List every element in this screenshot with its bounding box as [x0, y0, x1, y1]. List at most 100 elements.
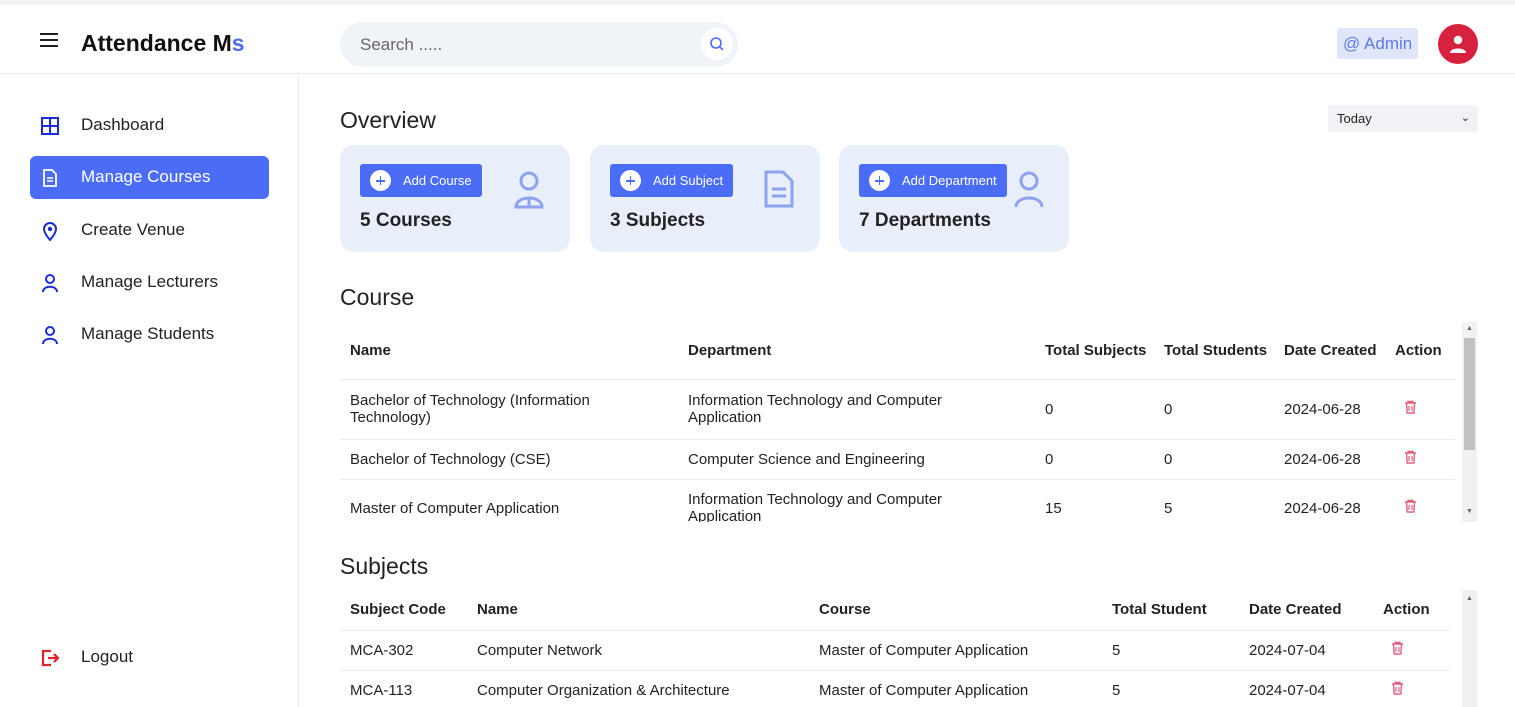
- departments-card: Add Department 7 Departments: [839, 145, 1069, 252]
- add-department-button[interactable]: Add Department: [859, 164, 1007, 197]
- subjects-table: Subject Code Name Course Total Student D…: [340, 590, 1450, 707]
- cell-total-student: 5: [1112, 641, 1121, 659]
- cell-total-subjects: 15: [1045, 499, 1062, 517]
- sidebar-item-manage-lecturers[interactable]: Manage Lecturers: [30, 261, 269, 304]
- scroll-up-arrow-icon[interactable]: ▲: [1466, 595, 1473, 602]
- column-header[interactable]: Department: [688, 322, 1045, 379]
- trash-icon[interactable]: [1404, 400, 1417, 414]
- sidebar-item-label: Dashboard: [81, 115, 165, 134]
- column-header[interactable]: Subject Code: [340, 590, 477, 630]
- cell-total-students: 0: [1164, 400, 1173, 418]
- user-icon: [42, 326, 58, 345]
- search-input[interactable]: [360, 22, 690, 67]
- chevron-down-icon: ⌄: [1460, 112, 1470, 124]
- column-header[interactable]: Date Created: [1249, 590, 1383, 630]
- trash-icon[interactable]: [1391, 641, 1404, 655]
- logout-button[interactable]: Logout: [30, 636, 269, 679]
- cell-department: Information Technology and Computer Appl…: [688, 491, 943, 522]
- table-row: MCA-302 Computer Network Master of Compu…: [340, 630, 1450, 670]
- person-icon: [514, 171, 544, 209]
- search-icon: [710, 37, 724, 51]
- table-header-row: Subject Code Name Course Total Student D…: [340, 590, 1450, 630]
- table-header-row: Name Department Total Subjects Total Stu…: [340, 322, 1455, 379]
- table-row: Bachelor of Technology (CSE) Computer Sc…: [340, 439, 1455, 479]
- column-header[interactable]: Date Created: [1284, 322, 1395, 379]
- sidebar-item-create-venue[interactable]: Create Venue: [30, 209, 269, 252]
- sidebar-item-label: Create Venue: [81, 220, 185, 239]
- column-header[interactable]: Name: [477, 590, 819, 630]
- brand-title: Attendance Ms: [81, 30, 245, 56]
- subjects-count: 3 Subjects: [610, 210, 706, 231]
- user-icon: [42, 274, 58, 293]
- search-bar: [340, 22, 738, 67]
- column-header[interactable]: Total Student: [1112, 590, 1249, 630]
- sidebar-item-manage-students[interactable]: Manage Students: [30, 313, 269, 356]
- column-header[interactable]: Action: [1395, 322, 1455, 379]
- person-icon: [1014, 171, 1044, 208]
- sidebar: Dashboard Manage Courses Create Venue Ma…: [0, 75, 299, 707]
- trash-icon[interactable]: [1404, 499, 1417, 513]
- column-header[interactable]: Total Subjects: [1045, 322, 1164, 379]
- cell-course: Master of Computer Application: [819, 641, 1029, 659]
- grid-icon: [41, 117, 59, 135]
- scroll-up-arrow-icon[interactable]: ▲: [1466, 325, 1473, 332]
- overview-title: Overview: [340, 107, 436, 133]
- cell-subject-code: MCA-113: [350, 681, 413, 699]
- column-header[interactable]: Total Students: [1164, 322, 1284, 379]
- courses-count: 5 Courses: [360, 210, 452, 231]
- sidebar-item-dashboard[interactable]: Dashboard: [30, 104, 269, 147]
- menu-toggle-icon[interactable]: [40, 33, 58, 47]
- cell-total-subjects: 0: [1045, 400, 1054, 418]
- document-icon: [764, 170, 794, 208]
- scroll-down-arrow-icon[interactable]: ▼: [1466, 508, 1473, 515]
- cell-total-student: 5: [1112, 681, 1121, 699]
- location-pin-icon: [42, 222, 58, 241]
- period-select[interactable]: Today ⌄: [1328, 105, 1478, 132]
- add-course-button[interactable]: Add Course: [360, 164, 482, 197]
- admin-badge[interactable]: @ Admin: [1337, 28, 1419, 59]
- plus-circle-icon: [620, 170, 641, 191]
- cell-course: Master of Computer Application: [819, 681, 1029, 699]
- brand-accent: s: [231, 30, 245, 56]
- course-table-scrollbar[interactable]: ▲ ▼: [1462, 322, 1477, 522]
- cell-total-students: 5: [1164, 499, 1173, 517]
- column-header[interactable]: Course: [819, 590, 1112, 630]
- sidebar-item-label: Manage Lecturers: [81, 272, 219, 291]
- trash-icon[interactable]: [1391, 681, 1404, 695]
- user-avatar-icon: [1450, 35, 1466, 53]
- subjects-table-container[interactable]: Subject Code Name Course Total Student D…: [340, 590, 1462, 707]
- cell-total-students: 0: [1164, 450, 1173, 468]
- column-header[interactable]: Action: [1383, 590, 1450, 630]
- cell-course-name: Bachelor of Technology (Information Tech…: [350, 392, 590, 426]
- add-subject-button[interactable]: Add Subject: [610, 164, 734, 197]
- sidebar-item-label: Manage Courses: [81, 167, 211, 186]
- subjects-table-scrollbar[interactable]: ▲: [1462, 590, 1477, 707]
- subjects-card: Add Subject 3 Subjects: [590, 145, 820, 252]
- table-row: Bachelor of Technology (Information Tech…: [340, 379, 1455, 439]
- cell-subject-name: Computer Network: [477, 641, 603, 659]
- period-select-value: Today: [1337, 111, 1372, 126]
- avatar[interactable]: [1438, 24, 1478, 64]
- cell-department: Computer Science and Engineering: [688, 450, 925, 468]
- cell-date-created: 2024-06-28: [1284, 499, 1361, 517]
- table-row: Master of Computer Application Informati…: [340, 479, 1455, 522]
- cell-department: Information Technology and Computer Appl…: [688, 392, 943, 426]
- scrollbar-thumb[interactable]: [1464, 338, 1475, 450]
- cell-subject-name: Computer Organization & Architecture: [477, 681, 730, 699]
- departments-count: 7 Departments: [859, 210, 991, 231]
- course-table-container[interactable]: Name Department Total Subjects Total Stu…: [340, 322, 1462, 522]
- logout-label: Logout: [81, 647, 133, 666]
- logout-icon: [41, 649, 60, 667]
- search-button[interactable]: [701, 28, 733, 60]
- trash-icon[interactable]: [1404, 450, 1417, 464]
- table-row: MCA-113 Computer Organization & Architec…: [340, 670, 1450, 707]
- cell-date-created: 2024-06-28: [1284, 400, 1361, 418]
- course-section-title: Course: [340, 284, 415, 310]
- top-header: Attendance Ms @ Admin: [0, 5, 1515, 74]
- sidebar-item-manage-courses[interactable]: Manage Courses: [30, 156, 269, 199]
- column-header[interactable]: Name: [340, 322, 688, 379]
- cell-course-name: Bachelor of Technology (CSE): [350, 450, 551, 468]
- cell-course-name: Master of Computer Application: [350, 499, 560, 517]
- cell-date-created: 2024-07-04: [1249, 641, 1326, 659]
- subjects-section-title: Subjects: [340, 553, 429, 579]
